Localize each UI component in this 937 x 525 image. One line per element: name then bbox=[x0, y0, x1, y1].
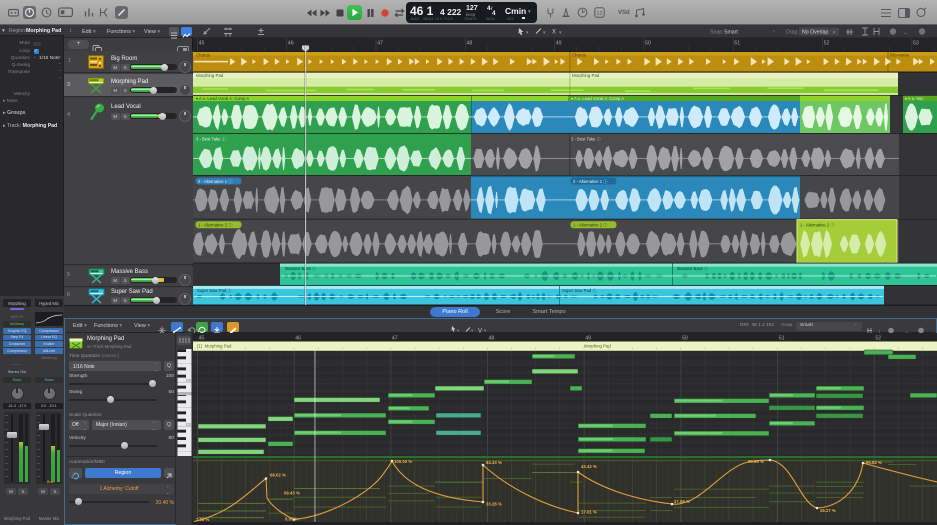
svg-text:C3: C3 bbox=[186, 422, 191, 426]
svg-text:Smart: Smart bbox=[724, 30, 738, 36]
svg-text:Massive Bass ⓘ: Massive Bass ⓘ bbox=[285, 265, 317, 272]
svg-text:12: 12 bbox=[596, 11, 602, 17]
svg-text:33.28 %: 33.28 % bbox=[486, 502, 502, 507]
svg-text:Super Saw Pad ⓘ: Super Saw Pad ⓘ bbox=[562, 287, 597, 294]
svg-text:100.00 %: 100.00 % bbox=[394, 459, 412, 464]
svg-text:Snap:: Snap: bbox=[710, 30, 724, 36]
svg-text:▾ A ⊳ Lead Vocal A: Comp A: ▾ A ⊳ Lead Vocal A: Comp A bbox=[196, 96, 249, 101]
svg-text:Chorus: Chorus bbox=[572, 53, 587, 58]
svg-text:48: 48 bbox=[489, 336, 495, 342]
svg-text:49: 49 bbox=[556, 41, 562, 47]
svg-text:⌃: ⌃ bbox=[772, 30, 776, 35]
svg-text:68.02 %: 68.02 % bbox=[270, 473, 286, 478]
svg-text:▾: ▾ bbox=[471, 328, 474, 333]
svg-text:Chorus: Chorus bbox=[196, 53, 211, 58]
svg-text:1 - Alternative 2 ⓘ: 1 - Alternative 2 ⓘ bbox=[573, 222, 608, 229]
svg-text:▾ A ⊳ Voc: ▾ A ⊳ Voc bbox=[905, 96, 923, 101]
svg-text:Pre-verse: Pre-verse bbox=[890, 53, 910, 58]
svg-text:47: 47 bbox=[392, 336, 398, 342]
svg-text:Drag:: Drag: bbox=[786, 30, 799, 36]
svg-text:C4: C4 bbox=[186, 378, 191, 382]
svg-text:Morphing Pad: Morphing Pad bbox=[584, 344, 611, 349]
svg-text:45: 45 bbox=[199, 336, 205, 342]
svg-text:49: 49 bbox=[585, 336, 591, 342]
svg-text:2 - Alternative 1 ⓘ: 2 - Alternative 1 ⓘ bbox=[198, 178, 233, 185]
svg-text:1 - Alternative 2 ⓘ: 1 - Alternative 2 ⓘ bbox=[198, 222, 233, 229]
svg-text:▾: ▾ bbox=[484, 328, 487, 333]
svg-text:7.06 %: 7.06 % bbox=[196, 517, 210, 522]
svg-text:53: 53 bbox=[913, 41, 919, 47]
svg-text:43.42 %: 43.42 % bbox=[581, 464, 597, 469]
svg-text:09.43 %: 09.43 % bbox=[284, 491, 300, 496]
svg-text:3 - Best Take ⓘ: 3 - Best Take ⓘ bbox=[571, 136, 602, 143]
svg-text:No Overlap: No Overlap bbox=[802, 30, 828, 36]
svg-text:50: 50 bbox=[682, 336, 688, 342]
svg-text:↔: ↔ bbox=[903, 30, 908, 36]
svg-text:Massive Bass ⓘ: Massive Bass ⓘ bbox=[677, 265, 709, 272]
svg-text:2 - Alternative 1 ⓘ: 2 - Alternative 1 ⓘ bbox=[573, 178, 608, 185]
svg-text:46: 46 bbox=[295, 336, 301, 342]
svg-text:90.99 %: 90.99 % bbox=[748, 459, 764, 464]
svg-text:Χ: Χ bbox=[552, 30, 556, 36]
svg-text:3 - Best Take ⓘ: 3 - Best Take ⓘ bbox=[196, 136, 227, 143]
svg-text:Morphing Pad: Morphing Pad bbox=[572, 73, 600, 78]
svg-text:▾: ▾ bbox=[457, 328, 460, 333]
svg-text:52: 52 bbox=[875, 336, 881, 342]
svg-text:1 - Alternative 2 ⓘ: 1 - Alternative 2 ⓘ bbox=[800, 222, 835, 229]
svg-text:26.27 %: 26.27 % bbox=[820, 508, 836, 513]
svg-text:▾: ▾ bbox=[833, 30, 835, 35]
svg-text:Morphing Pad: Morphing Pad bbox=[196, 73, 224, 78]
svg-text:17.01 %: 17.01 % bbox=[581, 510, 597, 515]
svg-text:48: 48 bbox=[466, 41, 472, 47]
svg-text:47: 47 bbox=[377, 41, 383, 47]
svg-text:45: 45 bbox=[199, 41, 205, 47]
svg-text:46: 46 bbox=[288, 41, 294, 47]
svg-text:95.83 %: 95.83 % bbox=[866, 460, 882, 465]
svg-text:(1) Morphing Pad: (1) Morphing Pad bbox=[197, 344, 232, 349]
svg-text:84.33 %: 84.33 % bbox=[486, 460, 502, 465]
svg-text:27.08 %: 27.08 % bbox=[674, 499, 690, 504]
svg-text:51: 51 bbox=[734, 41, 740, 47]
svg-text:50: 50 bbox=[645, 41, 651, 47]
svg-text:▾ A ⊳ Lead Vocal A: Comp A: ▾ A ⊳ Lead Vocal A: Comp A bbox=[571, 96, 624, 101]
svg-text:52: 52 bbox=[824, 41, 830, 47]
svg-text:51: 51 bbox=[779, 336, 785, 342]
svg-text:0.05 %: 0.05 % bbox=[285, 517, 299, 522]
svg-text:Super Saw Pad ⓘ: Super Saw Pad ⓘ bbox=[197, 287, 232, 294]
